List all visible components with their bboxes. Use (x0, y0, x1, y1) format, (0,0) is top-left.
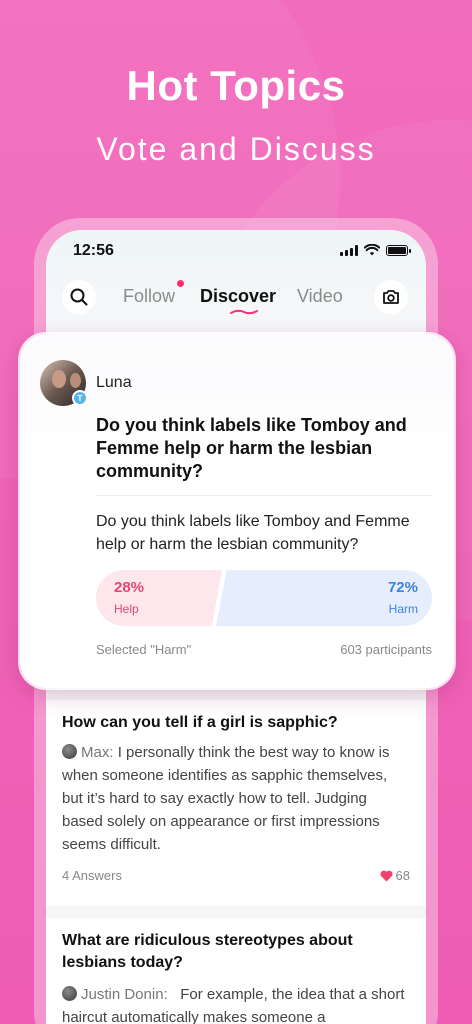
option-help-label: Help (114, 602, 139, 616)
tab-follow[interactable]: Follow (123, 286, 175, 307)
post-title: How can you tell if a girl is sapphic? (62, 714, 338, 731)
post-author: Justin Donin: (81, 986, 168, 1003)
wifi-icon (364, 244, 380, 256)
poll-author[interactable]: Luna (96, 374, 132, 392)
answers-count[interactable]: 4 Answers (62, 868, 122, 883)
divider (96, 495, 432, 496)
poll-title: Do you think labels like Tomboy and Femm… (96, 415, 407, 481)
verified-badge: T (72, 390, 88, 406)
post-excerpt: Justin Donin: For example, the idea that… (62, 983, 410, 1024)
top-nav: Follow Discover Video (46, 280, 426, 316)
poll-question: Do you think labels like Tomboy and Femm… (96, 513, 410, 553)
option-harm-percent: 72% (387, 579, 418, 596)
camera-icon (383, 290, 399, 304)
post-meta: 4 Answers 68 (62, 868, 410, 883)
hero-subtitle: Vote and Discuss (96, 131, 376, 167)
camera-button[interactable] (374, 280, 408, 314)
tab-discover[interactable]: Discover (200, 286, 276, 307)
tab-video[interactable]: Video (297, 286, 343, 307)
selected-option: Selected "Harm" (96, 642, 192, 657)
status-icons (340, 244, 411, 256)
heart-icon (379, 870, 393, 881)
post-author: Max: (81, 744, 114, 761)
like-button[interactable]: 68 (379, 868, 410, 883)
active-tab-indicator (230, 309, 258, 315)
option-help-percent: 28% (114, 579, 145, 596)
option-harm[interactable]: 72% Harm (216, 570, 432, 626)
feed-post-1[interactable]: How can you tell if a girl is sapphic? M… (46, 700, 426, 906)
option-help[interactable]: 28% Help (96, 570, 222, 626)
battery-icon (386, 244, 411, 256)
option-harm-label: Harm (388, 602, 418, 616)
search-icon (70, 288, 88, 306)
post-excerpt: Max: I personally think the best way to … (62, 741, 410, 856)
post-title: What are ridiculous stereotypes about le… (62, 932, 353, 971)
search-button[interactable] (62, 280, 96, 314)
likes-count: 68 (395, 868, 410, 883)
participants-count: 603 participants (340, 642, 432, 657)
avatar (62, 986, 77, 1001)
hero-title: Hot Topics (126, 62, 346, 109)
notification-dot (177, 280, 184, 287)
feed-post-2[interactable]: What are ridiculous stereotypes about le… (46, 918, 426, 1024)
avatar (62, 744, 77, 759)
status-time: 12:56 (73, 242, 114, 259)
poll-card[interactable]: T Luna Do you think labels like Tomboy a… (20, 334, 454, 688)
signal-icon (340, 244, 358, 256)
poll-options: 28% Help 72% Harm (96, 570, 432, 626)
